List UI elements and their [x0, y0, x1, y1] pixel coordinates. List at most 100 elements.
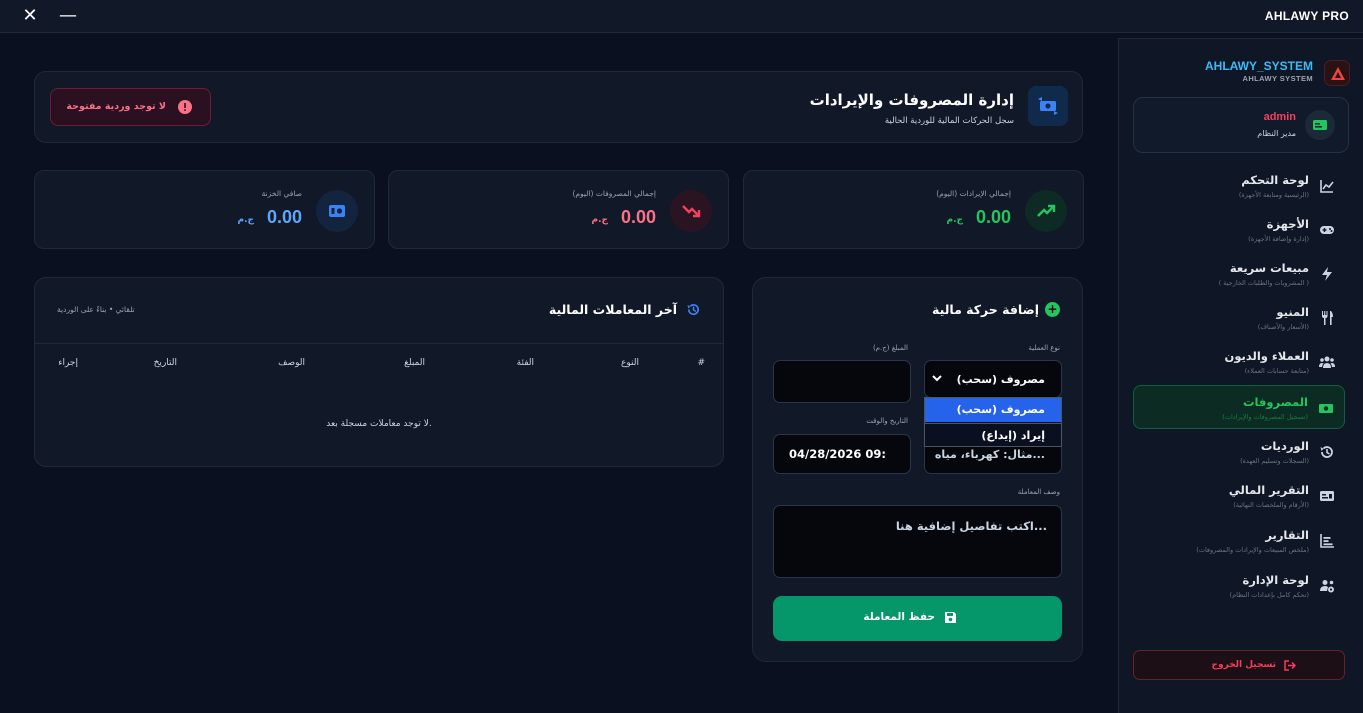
gamepad-icon	[1320, 226, 1334, 234]
category-placeholder: مثال: كهرباء، مياه...	[934, 448, 1045, 461]
divider	[35, 343, 723, 344]
description-placeholder: اكتب تفاصيل إضافية هنا...	[895, 519, 1047, 533]
save-transaction-button[interactable]: حفظ المعاملة	[773, 596, 1062, 641]
user-name: admin	[1263, 111, 1296, 123]
sidebar-item-label: الورديات	[1260, 439, 1309, 453]
sidebar-item-sub: ( المشروبات والطلبات الخارجية )	[1218, 279, 1309, 287]
transactions-note: تلقائي • بناءً على الوردية	[57, 305, 135, 314]
stat-currency: ج.م	[237, 215, 254, 225]
stat-label: إجمالي المصروفات (اليوم)	[572, 189, 656, 198]
selected-type: مصروف (سحب)	[956, 373, 1045, 386]
sidebar-item-label: العملاء والديون	[1224, 349, 1309, 363]
sidebar-item-quick-sales[interactable]: مبيعات سريعة ( المشروبات والطلبات الخارج…	[1133, 252, 1345, 296]
save-icon	[945, 612, 956, 623]
sidebar: AHLAWY_SYSTEM AHLAWY SYSTEM admin مدير ا…	[1118, 38, 1363, 713]
sidebar-item-sub: (الأرقام والملخصات النهائية)	[1233, 501, 1309, 509]
id-badge-icon	[1305, 110, 1335, 140]
sidebar-item-menu[interactable]: المنيو (الأسعار والأصناف)	[1133, 296, 1345, 340]
transactions-empty-message: لا توجد معاملات مسجلة بعد.	[326, 419, 432, 429]
exchange-money-icon	[1028, 86, 1068, 126]
sidebar-item-label: المنيو	[1276, 305, 1309, 319]
sidebar-item-sub: (تسجيل المصروفات والإيرادات)	[1222, 413, 1308, 421]
sidebar-item-customers[interactable]: العملاء والديون (متابعة حسابات العملاء)	[1133, 340, 1345, 384]
app-title: AHLAWY PRO	[1264, 9, 1349, 23]
brand-logo-icon	[1324, 60, 1350, 86]
users-icon	[1319, 356, 1335, 368]
amount-input[interactable]	[773, 360, 911, 403]
sidebar-item-sub: (إدارة وإضافة الأجهزة)	[1248, 235, 1309, 243]
column-header: الفئة	[516, 358, 534, 368]
save-label: حفظ المعاملة	[863, 611, 935, 623]
chart-line-icon	[1320, 180, 1334, 193]
column-header: التاريخ	[153, 358, 177, 368]
column-header: #	[697, 358, 705, 368]
shift-status-text: لا توجد وردية مفتوحة	[66, 101, 166, 112]
amount-label: المبلغ (ج.م)	[872, 344, 908, 352]
datetime-label: التاريخ والوقت	[866, 417, 908, 425]
stat-currency: ج.م	[591, 215, 608, 225]
logout-button[interactable]: تسجيل الخروج	[1133, 650, 1345, 680]
type-label: نوع العملية	[1028, 344, 1060, 352]
sidebar-item-reports[interactable]: التقارير (ملخص المبيعات والإيرادات والمص…	[1133, 519, 1345, 563]
datetime-value: 04/28/2026 09:	[789, 447, 887, 461]
bolt-icon	[1322, 267, 1332, 281]
history-icon	[1320, 446, 1333, 458]
page-header: إدارة المصروفات والإيرادات سجل الحركات ا…	[34, 71, 1083, 143]
sidebar-item-sub: (متابعة حسابات العملاء)	[1244, 367, 1309, 375]
brand: AHLAWY_SYSTEM AHLAWY SYSTEM	[1131, 57, 1353, 89]
chevron-down-icon	[932, 375, 942, 382]
sidebar-item-financial-report[interactable]: التقرير المالي (الأرقام والملخصات النهائ…	[1133, 474, 1345, 518]
sidebar-item-sub: (الرئيسية ومتابعة الأجهزة)	[1238, 191, 1309, 199]
exclamation-circle-icon	[178, 100, 192, 114]
utensils-icon	[1322, 311, 1333, 325]
sidebar-item-admin-panel[interactable]: لوحة الإدارة (تحكم كامل بإعدادات النظام)	[1133, 564, 1345, 608]
sidebar-item-label: لوحة التحكم	[1241, 173, 1309, 187]
stat-value: 0.00	[975, 207, 1011, 227]
bar-chart-icon	[1320, 534, 1334, 548]
sidebar-item-shifts[interactable]: الورديات (السجلات وتسليم العهدة)	[1133, 430, 1345, 474]
stat-label: صافي الخزنة	[261, 189, 302, 198]
brand-name: AHLAWY_SYSTEM	[1204, 59, 1313, 73]
stat-currency: ج.م	[946, 215, 963, 225]
logout-label: تسجيل الخروج	[1211, 660, 1277, 670]
sidebar-item-expenses[interactable]: المصروفات (تسجيل المصروفات والإيرادات)	[1133, 385, 1345, 429]
transactions-panel: آخر المعاملات المالية تلقائي • بناءً على…	[34, 277, 724, 467]
transactions-title: آخر المعاملات المالية	[548, 302, 677, 317]
sidebar-item-dashboard[interactable]: لوحة التحكم (الرئيسية ومتابعة الأجهزة)	[1133, 164, 1345, 208]
column-header: إجراء	[58, 358, 78, 368]
users-cog-icon	[1320, 580, 1334, 593]
type-option-expense[interactable]: مصروف (سحب)	[925, 398, 1061, 422]
close-window-button[interactable]: ✕	[18, 4, 42, 28]
stat-card-expenses: إجمالي المصروفات (اليوم) 0.00 ج.م	[388, 170, 729, 249]
type-option-income[interactable]: إيراد (إيداع)	[925, 423, 1061, 447]
description-label: وصف المعاملة	[1017, 488, 1060, 496]
user-card: admin مدير النظام	[1133, 97, 1349, 153]
stat-card-revenue: إجمالي الإيرادات (اليوم) 0.00 ج.م	[743, 170, 1084, 249]
sign-out-icon	[1284, 660, 1296, 671]
title-bar: ✕ — AHLAWY PRO	[0, 0, 1363, 33]
type-dropdown-list: مصروف (سحب) إيراد (إيداع)	[924, 397, 1062, 447]
trend-up-icon	[1025, 190, 1067, 232]
trend-down-icon	[670, 190, 712, 232]
column-header: النوع	[621, 358, 639, 368]
column-header: المبلغ	[404, 358, 425, 368]
minimize-window-button[interactable]: —	[56, 4, 80, 28]
stat-label: إجمالي الإيرادات (اليوم)	[936, 189, 1011, 198]
description-textarea[interactable]: اكتب تفاصيل إضافية هنا...	[773, 505, 1062, 578]
sidebar-item-label: لوحة الإدارة	[1242, 573, 1309, 587]
stat-value: 0.00	[266, 207, 302, 227]
stat-value: 0.00	[620, 207, 656, 227]
history-icon	[687, 304, 699, 316]
sidebar-item-label: التقارير	[1265, 528, 1309, 542]
sidebar-item-label: الأجهزة	[1266, 217, 1309, 231]
brand-subtitle: AHLAWY SYSTEM	[1242, 74, 1313, 83]
money-icon	[1319, 404, 1333, 413]
transaction-type-select[interactable]: مصروف (سحب)	[924, 360, 1062, 398]
column-header: الوصف	[278, 358, 305, 368]
sidebar-item-devices[interactable]: الأجهزة (إدارة وإضافة الأجهزة)	[1133, 208, 1345, 252]
sidebar-item-sub: (ملخص المبيعات والإيرادات والمصروفات)	[1196, 546, 1309, 554]
datetime-input[interactable]: 04/28/2026 09:	[773, 434, 911, 474]
plus-circle-icon: +	[1045, 302, 1060, 317]
page-title: إدارة المصروفات والإيرادات	[809, 91, 1014, 109]
id-card-icon	[1320, 491, 1334, 501]
